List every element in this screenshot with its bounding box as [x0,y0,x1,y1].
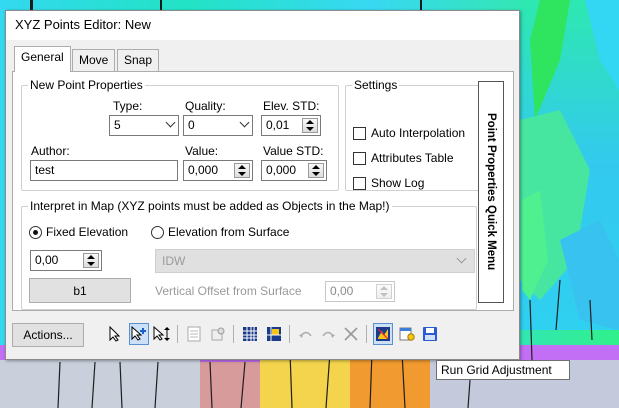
value-std-value: 0,000 [266,163,297,177]
spin-arrows-icon[interactable] [376,284,392,299]
quality-value: 0 [188,118,195,132]
elevation-from-surface-radio[interactable]: Elevation from Surface [151,225,289,239]
quality-label: Quality: [185,99,226,113]
undo-icon[interactable] [296,323,316,345]
button-label: b1 [73,283,87,298]
add-point-icon[interactable] [129,323,149,345]
redo-icon[interactable] [318,323,338,345]
value-label: Value: [185,144,219,158]
group-legend: Settings [352,78,400,92]
move-point-icon[interactable] [152,323,172,345]
radio-dot[interactable] [151,225,164,239]
tab-label: Snap [124,53,153,67]
point-properties-quick-menu-button[interactable]: Point Properties Quick Menu [478,81,504,303]
fixed-elevation-radio[interactable]: Fixed Elevation [29,225,128,239]
radio-label: Fixed Elevation [46,225,129,239]
interpolation-method-select[interactable]: IDW [155,249,475,273]
select-arrow-icon[interactable] [105,323,125,345]
grid-icon[interactable] [240,323,260,345]
chevron-down-icon [165,117,176,128]
checkbox-box[interactable] [353,151,366,165]
tab-label: General [21,50,64,64]
properties-icon[interactable] [397,323,417,345]
value-std-label: Value STD: [263,144,324,158]
type-value: 5 [114,118,121,132]
checkbox-label: Show Log [371,176,425,190]
actions-button[interactable]: Actions... [12,323,84,347]
toolbar-separator [233,325,234,343]
tab-panel-general: New Point Properties Type: 5 Quality: 0 … [12,71,514,311]
value-std-stepper[interactable]: 0,000 [261,160,327,181]
radio-label: Elevation from Surface [168,225,290,239]
elev-std-value: 0,01 [266,118,290,132]
delete-point-icon[interactable] [208,323,228,345]
checkbox-label: Attributes Table [371,151,454,165]
toolbar-separator [289,325,290,343]
radio-dot[interactable] [29,225,42,239]
value-stepper[interactable]: 0,000 [183,160,253,181]
spin-arrows-icon[interactable] [83,253,99,268]
grid-color-icon[interactable] [264,323,284,345]
run-grid-adjustment-icon[interactable] [373,323,393,345]
type-select[interactable]: 5 [109,115,179,136]
quick-menu-label: Point Properties Quick Menu [485,113,497,271]
author-value: test [35,163,55,177]
tab-move[interactable]: Move [72,49,116,71]
tab-label: Move [79,53,109,67]
chevron-down-icon [239,117,250,128]
attributes-table-checkbox[interactable]: Attributes Table [353,151,454,165]
author-field[interactable]: test [30,160,178,181]
auto-interpolation-checkbox[interactable]: Auto Interpolation [353,126,465,140]
spin-arrows-icon[interactable] [302,118,318,133]
checkbox-box[interactable] [353,176,366,190]
checkbox-box[interactable] [353,126,366,140]
clear-icon[interactable] [341,323,361,345]
quality-select[interactable]: 0 [183,115,253,136]
bottom-toolbar: Actions... [12,323,516,349]
save-icon[interactable] [420,323,440,345]
spin-arrows-icon[interactable] [234,163,250,178]
toolbar-separator [177,325,178,343]
tab-general[interactable]: General [14,46,71,72]
vertical-offset-value: 0,00 [330,284,354,298]
author-label: Author: [31,144,70,158]
vertical-offset-stepper[interactable]: 0,00 [325,281,395,302]
chevron-down-icon [456,253,467,264]
fixed-elevation-stepper[interactable]: 0,00 [30,250,102,271]
b1-button[interactable]: b1 [29,278,131,303]
tooltip-run-grid-adjustment: Run Grid Adjustment [436,360,570,380]
fixed-elevation-value: 0,00 [35,253,59,267]
table-icon[interactable] [184,323,204,345]
interpolation-method-value: IDW [162,254,186,268]
elev-std-stepper[interactable]: 0,01 [261,115,321,136]
toolbar-separator [366,325,367,343]
value-value: 0,000 [188,163,219,177]
group-legend: New Point Properties [28,78,145,92]
vertical-offset-label: Vertical Offset from Surface [155,284,302,298]
window-title[interactable]: XYZ Points Editor: New [6,11,519,40]
xyz-points-editor-dialog: XYZ Points Editor: New General Move Snap… [5,10,520,360]
show-log-checkbox[interactable]: Show Log [353,176,424,190]
tab-snap[interactable]: Snap [117,49,160,71]
checkbox-label: Auto Interpolation [371,126,466,140]
button-label: Actions... [23,328,73,342]
spin-arrows-icon[interactable] [308,163,324,178]
elev-std-label: Elev. STD: [263,99,320,113]
group-legend: Interpret in Map (XYZ points must be add… [28,199,392,213]
type-label: Type: [113,99,143,113]
